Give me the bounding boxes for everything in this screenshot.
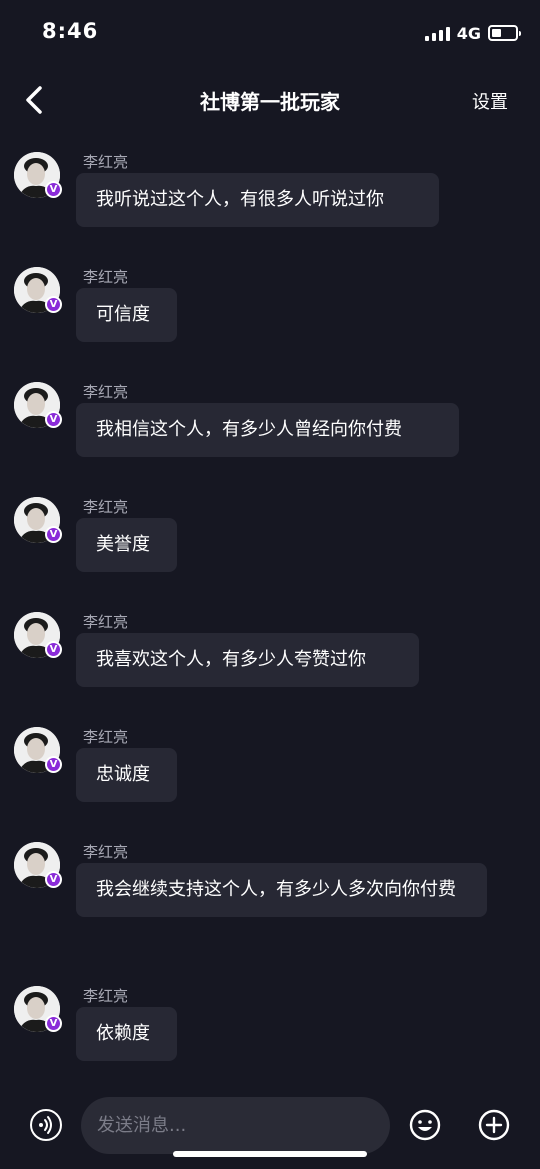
message-bubble: 美誉度 — [76, 518, 177, 572]
verified-badge-icon: V — [45, 411, 62, 428]
avatar[interactable]: V — [14, 382, 62, 428]
avatar[interactable]: V — [14, 612, 62, 658]
sender-name: 李红亮 — [83, 613, 129, 631]
input-bar — [0, 1090, 540, 1169]
sender-name: 李红亮 — [83, 843, 129, 861]
message-bubble: 我喜欢这个人，有多少人夸赞过你 — [76, 633, 419, 687]
verified-badge-icon: V — [45, 871, 62, 888]
settings-button[interactable]: 设置 — [472, 88, 508, 114]
message-bubble: 可信度 — [76, 288, 177, 342]
add-button[interactable] — [478, 1109, 510, 1141]
emoji-icon — [409, 1109, 441, 1141]
emoji-button[interactable] — [409, 1109, 441, 1141]
nav-bar: 社博第一批玩家 设置 — [0, 72, 540, 128]
avatar[interactable]: V — [14, 267, 62, 313]
status-indicators: 4G — [424, 22, 521, 44]
plus-icon — [478, 1109, 510, 1141]
signal-icon — [424, 25, 450, 41]
verified-badge-icon: V — [45, 296, 62, 313]
verified-badge-icon: V — [45, 1015, 62, 1032]
avatar[interactable]: V — [14, 986, 62, 1032]
sender-name: 李红亮 — [83, 383, 129, 401]
network-type: 4G — [456, 23, 481, 43]
status-bar: 8:46 4G — [0, 0, 540, 64]
battery-icon — [488, 25, 521, 41]
verified-badge-icon: V — [45, 641, 62, 658]
home-indicator — [173, 1151, 367, 1157]
verified-badge-icon: V — [45, 756, 62, 773]
voice-icon — [39, 1116, 52, 1134]
sender-name: 李红亮 — [83, 987, 129, 1005]
message-bubble: 我会继续支持这个人，有多少人多次向你付费 — [76, 863, 487, 917]
verified-badge-icon: V — [45, 526, 62, 543]
voice-button[interactable] — [30, 1109, 62, 1141]
sender-name: 李红亮 — [83, 268, 129, 286]
message-input[interactable] — [81, 1097, 390, 1154]
message-bubble: 忠诚度 — [76, 748, 177, 802]
avatar[interactable]: V — [14, 152, 62, 198]
avatar[interactable]: V — [14, 727, 62, 773]
sender-name: 李红亮 — [83, 498, 129, 516]
avatar[interactable]: V — [14, 842, 62, 888]
sender-name: 李红亮 — [83, 153, 129, 171]
message-bubble: 依赖度 — [76, 1007, 177, 1061]
verified-badge-icon: V — [45, 181, 62, 198]
avatar[interactable]: V — [14, 497, 62, 543]
sender-name: 李红亮 — [83, 728, 129, 746]
message-bubble: 我相信这个人，有多少人曾经向你付费 — [76, 403, 459, 457]
message-bubble: 我听说过这个人，有很多人听说过你 — [76, 173, 439, 227]
page-title: 社博第一批玩家 — [200, 90, 340, 114]
status-time: 8:46 — [42, 19, 99, 43]
